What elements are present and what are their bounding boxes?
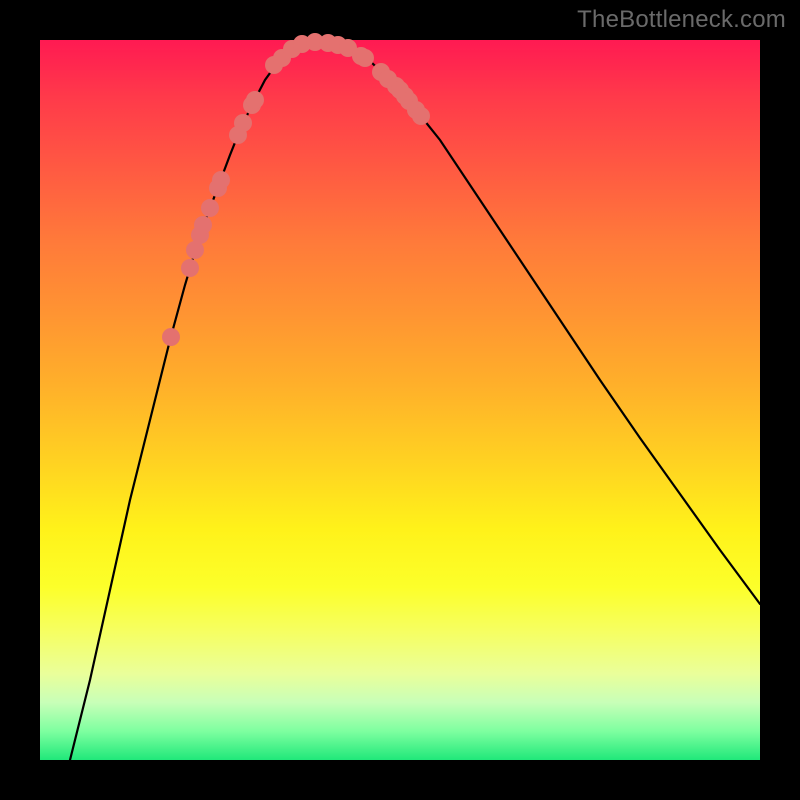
curve-svg [40,40,760,760]
marker-group [162,33,430,346]
data-marker [246,91,264,109]
data-marker [194,216,212,234]
data-marker [162,328,180,346]
plot-area [40,40,760,760]
data-marker [201,199,219,217]
watermark-text: TheBottleneck.com [577,6,786,34]
outer-frame: TheBottleneck.com [0,0,800,800]
data-marker [356,49,374,67]
data-marker [212,171,230,189]
bottleneck-curve [70,42,760,760]
data-marker [412,107,430,125]
data-marker [181,259,199,277]
data-marker [234,114,252,132]
